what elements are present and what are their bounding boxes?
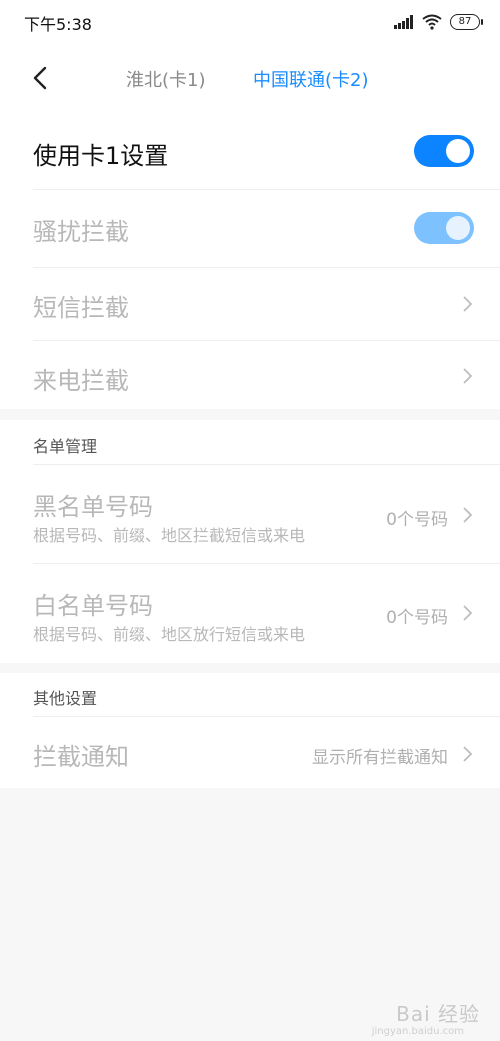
chevron-right-icon: [463, 746, 473, 762]
use-card1-label: 使用卡1设置: [33, 142, 169, 170]
blacklist-count: 0个号码: [386, 510, 448, 530]
call-block-row[interactable]: 来电拦截: [0, 341, 500, 409]
chevron-right-icon: [463, 296, 473, 312]
blacklist-row[interactable]: 黑名单号码 根据号码、前缀、地区拦截短信或来电 0个号码: [0, 465, 500, 563]
sms-block-row[interactable]: 短信拦截: [0, 268, 500, 340]
watermark-url: jingyan.baidu.com: [371, 1026, 464, 1037]
wifi-icon: [422, 14, 442, 30]
chevron-right-icon: [463, 368, 473, 384]
block-notification-value: 显示所有拦截通知: [312, 748, 448, 768]
block-notification-row[interactable]: 拦截通知 显示所有拦截通知: [0, 717, 500, 788]
use-card1-toggle[interactable]: [414, 135, 474, 167]
whitelist-desc: 根据号码、前缀、地区放行短信或来电: [33, 625, 306, 644]
toggle-knob: [446, 139, 470, 163]
whitelist-count: 0个号码: [386, 608, 448, 628]
status-icons: 87: [394, 12, 483, 32]
sms-block-label: 短信拦截: [33, 294, 129, 322]
whitelist-label: 白名单号码: [33, 592, 153, 620]
whitelist-row[interactable]: 白名单号码 根据号码、前缀、地区放行短信或来电 0个号码: [0, 564, 500, 663]
harassment-block-toggle[interactable]: [414, 212, 474, 244]
battery-level: 87: [458, 16, 472, 27]
blacklist-desc: 根据号码、前缀、地区拦截短信或来电: [33, 526, 306, 545]
tab-card1[interactable]: 淮北(卡1): [126, 66, 206, 92]
call-block-label: 来电拦截: [33, 367, 129, 395]
chevron-right-icon: [463, 605, 473, 621]
harassment-block-label: 骚扰拦截: [33, 218, 129, 246]
blacklist-label: 黑名单号码: [33, 493, 153, 521]
block-notification-label: 拦截通知: [33, 743, 129, 771]
status-time: 下午5:38: [24, 15, 92, 34]
other-settings-group: 其他设置 拦截通知 显示所有拦截通知: [0, 673, 500, 788]
harassment-block-row[interactable]: 骚扰拦截: [0, 190, 500, 267]
toggle-knob: [446, 216, 470, 240]
section-title-other-settings: 其他设置: [33, 689, 98, 708]
section-title-list-management: 名单管理: [33, 437, 98, 456]
signal-icon: [394, 15, 413, 29]
back-button[interactable]: [26, 62, 56, 94]
list-management-group: 名单管理 黑名单号码 根据号码、前缀、地区拦截短信或来电 0个号码 白名单号码 …: [0, 420, 500, 663]
settings-group: 使用卡1设置 骚扰拦截 短信拦截 来电拦截: [0, 112, 500, 409]
battery-icon: 87: [450, 14, 483, 30]
chevron-right-icon: [463, 507, 473, 523]
status-bar: 下午5:38 87: [0, 0, 500, 44]
watermark-logo: Bai 经验: [396, 1002, 480, 1026]
chevron-left-icon: [33, 66, 47, 90]
tab-card2[interactable]: 中国联通(卡2): [253, 66, 369, 92]
header: 淮北(卡1) 中国联通(卡2): [0, 44, 500, 113]
use-card1-row[interactable]: 使用卡1设置: [0, 112, 500, 189]
